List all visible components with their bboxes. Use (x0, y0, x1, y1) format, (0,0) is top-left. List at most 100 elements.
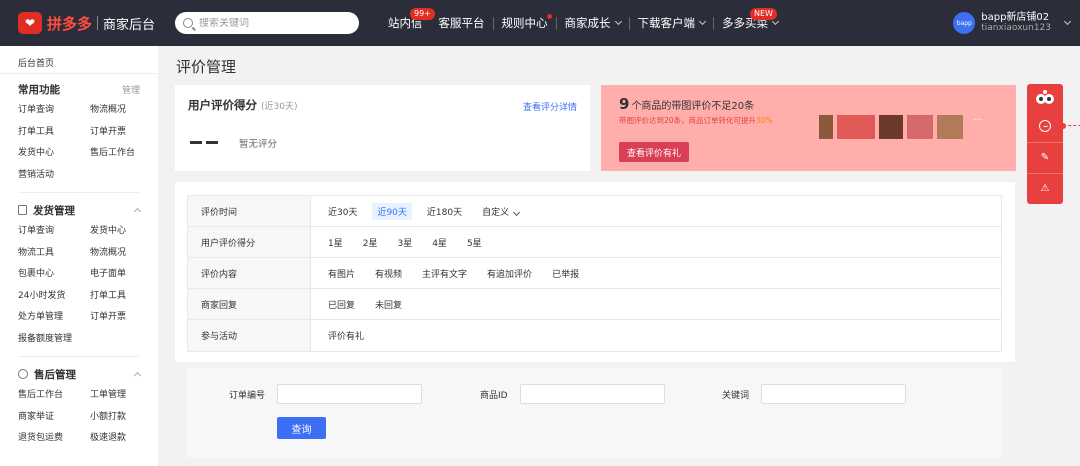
smile-icon[interactable] (1039, 120, 1051, 132)
sidebar-item-grid: 订单查询 发货中心 物流工具 物流概况 包裹中心 电子面单 24小时发货 打单工… (18, 221, 140, 350)
filter-option[interactable]: 近30天 (328, 203, 357, 220)
filter-option[interactable]: 近180天 (427, 203, 462, 220)
filter-option[interactable]: 5星 (467, 234, 482, 251)
user-name: bapp新店铺02 (981, 12, 1050, 23)
filter-table: 评价时间 近30天 近90天 近180天 自定义 用户评价得分 1星 2星 3星… (187, 195, 1002, 352)
logo-subtitle: 商家后台 (103, 17, 156, 33)
sidebar-item[interactable]: 订单开票 (90, 122, 162, 144)
chevron-up-icon (133, 371, 142, 380)
edit-icon[interactable]: ✎ (1038, 150, 1052, 164)
filter-option[interactable]: 3星 (397, 234, 412, 251)
sidebar-item[interactable]: 退货包运费 (18, 428, 90, 450)
filter-option[interactable]: 4星 (432, 234, 447, 251)
filter-option[interactable]: 评价有礼 (328, 327, 364, 344)
product-thumbnail[interactable] (937, 115, 963, 139)
filter-option-custom[interactable]: 自定义 (482, 203, 521, 220)
warning-icon[interactable]: ⚠ (1038, 181, 1052, 195)
filter-option[interactable]: 主评有文字 (422, 265, 467, 282)
search-input[interactable] (199, 17, 349, 29)
sidebar-item[interactable]: 打单工具 (18, 122, 90, 144)
sidebar-item[interactable]: 订单开票 (90, 307, 162, 329)
sidebar-item[interactable]: 电子面单 (90, 264, 162, 286)
order-number-label: 订单编号 (229, 390, 266, 401)
sidebar-item[interactable]: 报备额度管理 (18, 329, 90, 351)
sidebar-item[interactable]: 营销活动 (18, 165, 90, 187)
sidebar-item[interactable]: 小额打款 (90, 407, 162, 429)
filter-option[interactable]: 有图片 (328, 265, 355, 282)
nav-download-client[interactable]: 下载客户端 (630, 0, 714, 46)
filter-row-content: 评价内容 有图片 有视频 主评有文字 有追加评价 已举报 (188, 258, 1001, 289)
sidebar-item[interactable]: 物流工具 (18, 243, 90, 265)
sidebar-item[interactable]: 发货中心 (18, 143, 90, 165)
sidebar-item[interactable]: 工单管理 (90, 385, 162, 407)
page-title: 评价管理 (176, 58, 237, 76)
product-thumbnail[interactable] (819, 115, 833, 139)
promo-sub-text: 带图评价达到20条，商品订单转化可提升 (619, 116, 757, 125)
user-info: bapp新店铺02 tianxiaoxun123 (981, 12, 1051, 34)
filter-option[interactable]: 有视频 (375, 265, 402, 282)
sidebar-item[interactable]: 商家举证 (18, 407, 90, 429)
nav-rules-label: 规则中心 (501, 16, 548, 30)
product-thumbnail[interactable] (837, 115, 875, 139)
search-box[interactable] (175, 12, 359, 34)
product-thumbnail[interactable] (907, 115, 933, 139)
sidebar-item[interactable]: 售后工作台 (18, 385, 90, 407)
promo-title: 9 个商品的带图评价不足20条 (619, 95, 754, 113)
sidebar-item-home[interactable]: 后台首页 (0, 46, 158, 74)
sidebar: 后台首页 常用功能 管理 订单查询 物流概况 打单工具 订单开票 发货中心 售后… (0, 46, 158, 466)
goods-id-input[interactable] (519, 384, 665, 404)
user-menu[interactable]: bapp bapp新店铺02 tianxiaoxun123 (953, 0, 1072, 46)
score-empty-text: 暂无评分 (239, 139, 278, 150)
sidebar-item[interactable]: 包裹中心 (18, 264, 90, 286)
connector-line (1060, 123, 1080, 129)
sidebar-item[interactable]: 物流概况 (90, 100, 162, 122)
sidebar-item[interactable]: 售后工作台 (90, 143, 162, 165)
sidebar-item[interactable]: 订单查询 (18, 100, 90, 122)
view-score-details-link[interactable]: 查看评分详情 (523, 100, 577, 113)
filter-option[interactable]: 已举报 (552, 265, 579, 282)
query-button[interactable]: 查询 (277, 417, 326, 439)
sidebar-item[interactable]: 处方单管理 (18, 307, 90, 329)
nav-merchant-growth[interactable]: 商家成长 (557, 0, 629, 46)
sidebar-section-toggle[interactable]: 发货管理 (18, 199, 142, 221)
avatar: bapp (953, 12, 976, 34)
sidebar-item[interactable]: 订单查询 (18, 221, 90, 243)
filter-option[interactable]: 未回复 (375, 296, 402, 313)
keyword-input[interactable] (761, 384, 907, 404)
sidebar-section-title: 售后管理 (34, 368, 76, 381)
nav-duoduo-grocery[interactable]: 多多买菜 NEW (714, 0, 786, 46)
sidebar-item[interactable]: 24小时发货 (18, 286, 90, 308)
nav-download-client-label: 下载客户端 (637, 16, 696, 30)
sidebar-item-grid: 售后工作台 工单管理 商家举证 小额打款 退货包运费 极速退款 (18, 385, 140, 450)
filter-option[interactable]: 已回复 (328, 296, 355, 313)
filter-option[interactable]: 有追加评价 (487, 265, 532, 282)
notification-dot (546, 14, 552, 19)
filter-option-selected[interactable]: 近90天 (372, 202, 412, 220)
shield-check-icon (18, 369, 28, 379)
sidebar-section-toggle[interactable]: 售后管理 (18, 363, 142, 385)
sidebar-manage-link[interactable]: 管理 (122, 83, 140, 96)
chevron-down-icon (1063, 17, 1072, 26)
order-number-field: 订单编号 (229, 384, 423, 404)
nav-rules[interactable]: 规则中心 (494, 0, 556, 46)
nav-customer-service[interactable]: 客服平台 (431, 0, 493, 46)
document-icon (18, 205, 27, 215)
filter-option[interactable]: 1星 (328, 234, 343, 251)
promo-subtitle: 带图评价达到20条，商品订单转化可提升30% (619, 115, 773, 126)
mascot-icon[interactable] (1033, 90, 1057, 108)
sidebar-item[interactable]: 极速退款 (90, 428, 162, 450)
sidebar-item[interactable]: 物流概况 (90, 243, 162, 265)
product-thumbnail[interactable] (879, 115, 903, 139)
sidebar-item[interactable]: 发货中心 (90, 221, 162, 243)
view-review-gift-button[interactable]: 查看评价有礼 (619, 142, 690, 162)
order-number-input[interactable] (277, 384, 423, 404)
filter-option[interactable]: 2星 (363, 234, 378, 251)
logo[interactable]: ❤ 拼多多 商家后台 (18, 12, 158, 34)
logo-divider (97, 16, 99, 30)
sidebar-item[interactable]: 打单工具 (90, 286, 162, 308)
product-thumbnails: ··· (819, 115, 987, 139)
nav-messages[interactable]: 站内信 99+ (380, 0, 435, 46)
promo-banner: 9 个商品的带图评价不足20条 带图评价达到20条，商品订单转化可提升30% 查看… (601, 85, 1016, 171)
score-title: 用户评价得分 (近30天) (188, 97, 298, 113)
promo-count: 9 (619, 95, 630, 113)
